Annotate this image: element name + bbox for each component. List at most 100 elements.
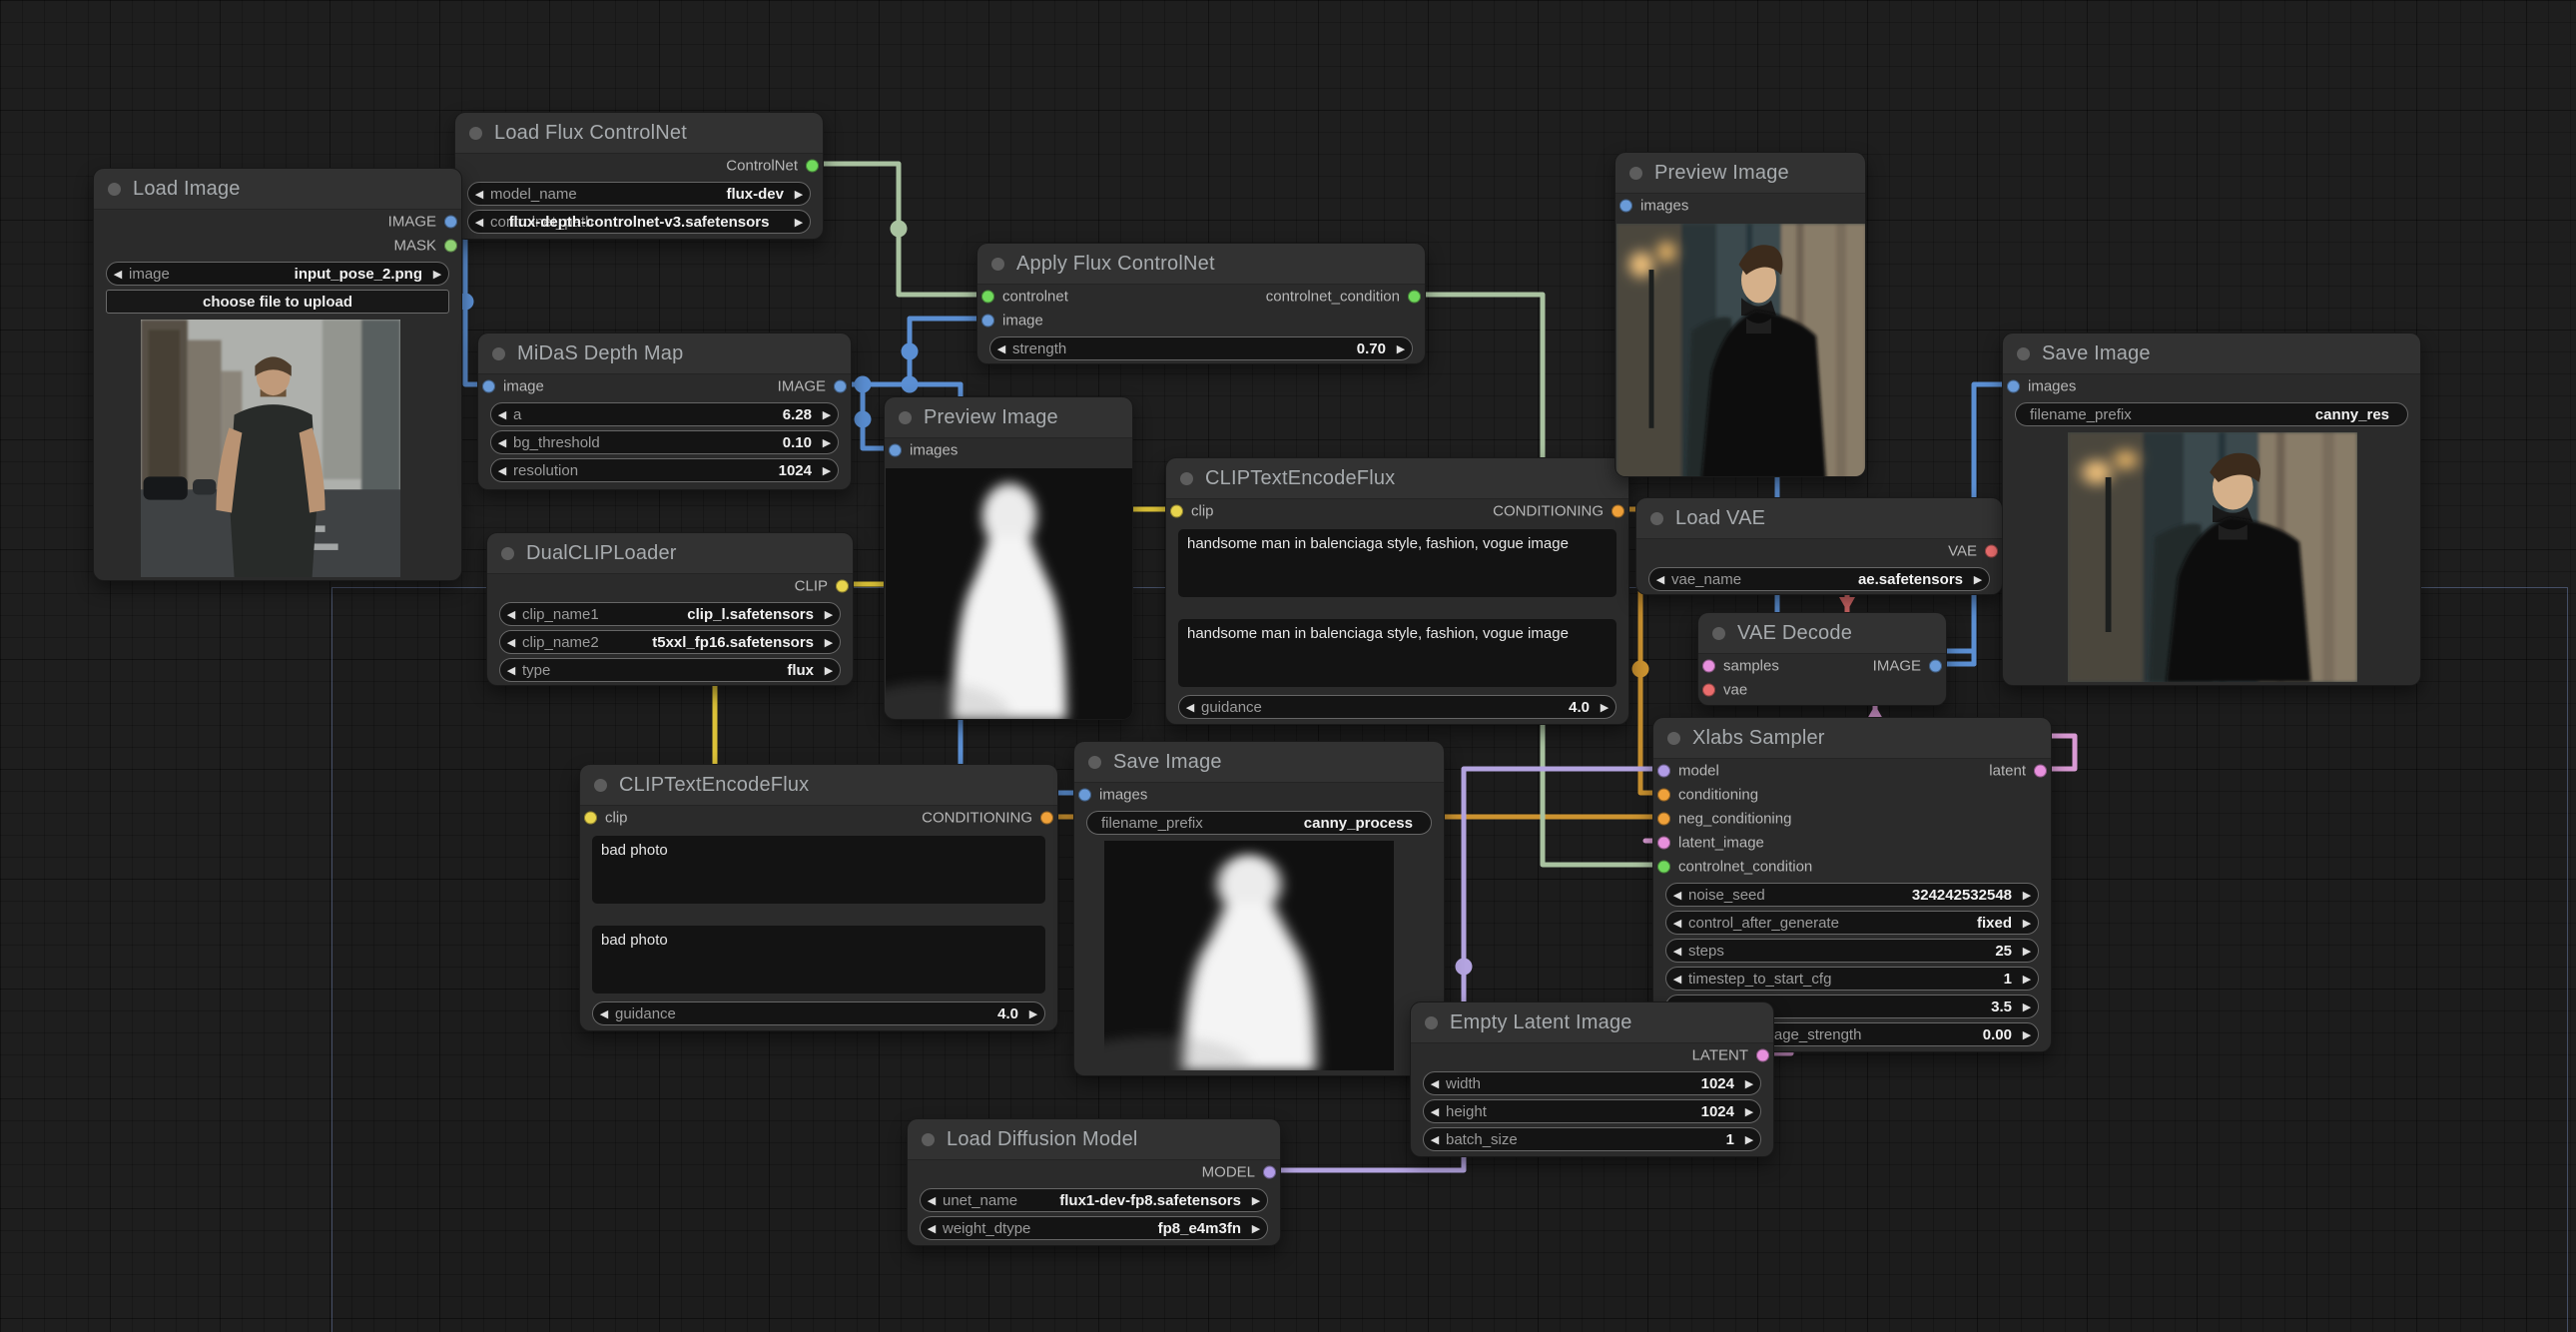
widget-resolution[interactable]: ◀resolution1024▶ — [490, 458, 839, 482]
collapse-dot-icon[interactable] — [922, 1133, 935, 1146]
node-title-bar[interactable]: Preview Image — [885, 397, 1132, 438]
link-reroute-dot[interactable] — [902, 343, 919, 360]
collapse-dot-icon[interactable] — [1712, 627, 1725, 640]
output-port-dot[interactable] — [1929, 660, 1942, 673]
combo-right-arrow-icon[interactable]: ▶ — [1390, 342, 1412, 355]
combo-left-arrow-icon[interactable]: ◀ — [1179, 701, 1201, 714]
node-vae-decode[interactable]: VAE DecodesamplesIMAGEvae — [1697, 612, 1947, 706]
link-reroute-dot[interactable] — [1632, 661, 1649, 678]
output-port-dot[interactable] — [1611, 505, 1624, 518]
output-port-dot[interactable] — [1756, 1049, 1769, 1062]
node-save-middle[interactable]: Save Imageimagesfilename_prefixcanny_pro… — [1073, 741, 1445, 1076]
combo-left-arrow-icon[interactable]: ◀ — [491, 464, 513, 477]
combo-right-arrow-icon[interactable]: ▶ — [1245, 1194, 1267, 1207]
collapse-dot-icon[interactable] — [1650, 512, 1663, 525]
node-cliptext-top[interactable]: CLIPTextEncodeFluxclipCONDITIONINGhandso… — [1165, 457, 1629, 725]
combo-left-arrow-icon[interactable]: ◀ — [500, 608, 522, 621]
combo-right-arrow-icon[interactable]: ▶ — [426, 268, 448, 281]
collapse-dot-icon[interactable] — [991, 258, 1004, 271]
link-reroute-dot[interactable] — [855, 411, 872, 428]
node-graph-canvas[interactable]: Load Flux ControlNetControlNet◀model_nam… — [0, 0, 2576, 1332]
combo-right-arrow-icon[interactable]: ▶ — [1738, 1133, 1760, 1146]
widget-bg-threshold[interactable]: ◀bg_threshold0.10▶ — [490, 430, 839, 454]
combo-left-arrow-icon[interactable]: ◀ — [1424, 1133, 1446, 1146]
combo-left-arrow-icon[interactable]: ◀ — [500, 636, 522, 649]
node-title-bar[interactable]: Xlabs Sampler — [1653, 718, 2051, 759]
widget-weight-dtype[interactable]: ◀weight_dtypefp8_e4m3fn▶ — [920, 1216, 1268, 1240]
combo-right-arrow-icon[interactable]: ▶ — [1245, 1222, 1267, 1235]
upload-button[interactable]: choose file to upload — [106, 290, 449, 314]
combo-right-arrow-icon[interactable]: ▶ — [2016, 945, 2038, 958]
node-cliptext-bottom[interactable]: CLIPTextEncodeFluxclipCONDITIONINGbad ph… — [579, 764, 1058, 1031]
output-port-dot[interactable] — [806, 160, 819, 173]
combo-right-arrow-icon[interactable]: ▶ — [1967, 573, 1989, 586]
input-port-dot[interactable] — [1170, 505, 1183, 518]
collapse-dot-icon[interactable] — [2017, 347, 2030, 360]
node-load-diffusion[interactable]: Load Diffusion ModelMODEL◀unet_nameflux1… — [907, 1118, 1281, 1246]
widget-image[interactable]: ◀imageinput_pose_2.png▶ — [106, 262, 449, 286]
combo-right-arrow-icon[interactable]: ▶ — [1738, 1105, 1760, 1118]
widget-batch-size[interactable]: ◀batch_size1▶ — [1423, 1127, 1761, 1151]
widget-clip-name2[interactable]: ◀clip_name2t5xxl_fp16.safetensors▶ — [499, 630, 841, 654]
link-reroute-dot[interactable] — [891, 221, 908, 238]
combo-left-arrow-icon[interactable]: ◀ — [491, 408, 513, 421]
output-port-dot[interactable] — [2034, 765, 2047, 778]
combo-left-arrow-icon[interactable]: ◀ — [107, 268, 129, 281]
collapse-dot-icon[interactable] — [899, 411, 912, 424]
input-port-dot[interactable] — [981, 291, 994, 304]
node-empty-latent[interactable]: Empty Latent ImageLATENT◀width1024▶◀heig… — [1410, 1001, 1774, 1157]
collapse-dot-icon[interactable] — [1180, 472, 1193, 485]
collapse-dot-icon[interactable] — [594, 779, 607, 792]
input-port-dot[interactable] — [1657, 765, 1670, 778]
combo-right-arrow-icon[interactable]: ▶ — [818, 608, 840, 621]
input-port-dot[interactable] — [1657, 861, 1670, 874]
output-port-dot[interactable] — [1263, 1166, 1276, 1179]
combo-right-arrow-icon[interactable]: ▶ — [816, 408, 838, 421]
node-title-bar[interactable]: DualCLIPLoader — [487, 533, 853, 574]
combo-left-arrow-icon[interactable]: ◀ — [990, 342, 1012, 355]
link-reroute-dot[interactable] — [1456, 959, 1473, 976]
node-load-image[interactable]: Load ImageIMAGEMASK◀imageinput_pose_2.pn… — [93, 168, 462, 581]
node-load-vae[interactable]: Load VAEVAE◀vae_nameae.safetensors▶ — [1635, 497, 2003, 595]
combo-right-arrow-icon[interactable]: ▶ — [1594, 701, 1615, 714]
output-port-dot[interactable] — [1040, 812, 1053, 825]
combo-left-arrow-icon[interactable]: ◀ — [468, 188, 490, 201]
combo-right-arrow-icon[interactable]: ▶ — [1022, 1007, 1044, 1020]
combo-right-arrow-icon[interactable]: ▶ — [816, 436, 838, 449]
input-port-dot[interactable] — [584, 812, 597, 825]
widget-clip-name1[interactable]: ◀clip_name1clip_l.safetensors▶ — [499, 602, 841, 626]
input-port-dot[interactable] — [2007, 380, 2020, 393]
widget-type[interactable]: ◀typeflux▶ — [499, 658, 841, 682]
input-port-dot[interactable] — [1657, 813, 1670, 826]
combo-right-arrow-icon[interactable]: ▶ — [2016, 889, 2038, 902]
combo-right-arrow-icon[interactable]: ▶ — [816, 464, 838, 477]
node-title-bar[interactable]: Load Diffusion Model — [908, 1119, 1280, 1160]
widget-height[interactable]: ◀height1024▶ — [1423, 1099, 1761, 1123]
combo-left-arrow-icon[interactable]: ◀ — [1649, 573, 1671, 586]
node-midas[interactable]: MiDaS Depth MapimageIMAGE◀a6.28▶◀bg_thre… — [477, 333, 852, 490]
widget-noise-seed[interactable]: ◀noise_seed324242532548▶ — [1665, 883, 2039, 907]
input-port-dot[interactable] — [1078, 789, 1091, 802]
widget-width[interactable]: ◀width1024▶ — [1423, 1071, 1761, 1095]
widget-steps[interactable]: ◀steps25▶ — [1665, 939, 2039, 963]
input-port-dot[interactable] — [482, 380, 495, 393]
node-title-bar[interactable]: Save Image — [2003, 333, 2420, 374]
input-port-dot[interactable] — [1702, 684, 1715, 697]
combo-right-arrow-icon[interactable]: ▶ — [818, 636, 840, 649]
output-port-dot[interactable] — [1985, 545, 1998, 558]
prompt-textarea[interactable]: bad photo — [592, 926, 1045, 994]
input-port-dot[interactable] — [1657, 837, 1670, 850]
input-port-dot[interactable] — [1702, 660, 1715, 673]
combo-left-arrow-icon[interactable]: ◀ — [500, 664, 522, 677]
widget-controlnet-path[interactable]: ◀controlnet_pathflux-depth-controlnet-v3… — [467, 210, 811, 234]
combo-left-arrow-icon[interactable]: ◀ — [1666, 945, 1688, 958]
node-title-bar[interactable]: Load Image — [94, 169, 461, 210]
combo-right-arrow-icon[interactable]: ▶ — [2016, 973, 2038, 986]
combo-left-arrow-icon[interactable]: ◀ — [1424, 1077, 1446, 1090]
combo-right-arrow-icon[interactable]: ▶ — [2016, 917, 2038, 930]
combo-left-arrow-icon[interactable]: ◀ — [1666, 917, 1688, 930]
combo-left-arrow-icon[interactable]: ◀ — [491, 436, 513, 449]
node-preview-topright[interactable]: Preview Imageimages — [1614, 152, 1866, 477]
widget-strength[interactable]: ◀strength0.70▶ — [989, 336, 1413, 360]
node-preview-depth[interactable]: Preview Imageimages — [884, 396, 1133, 720]
